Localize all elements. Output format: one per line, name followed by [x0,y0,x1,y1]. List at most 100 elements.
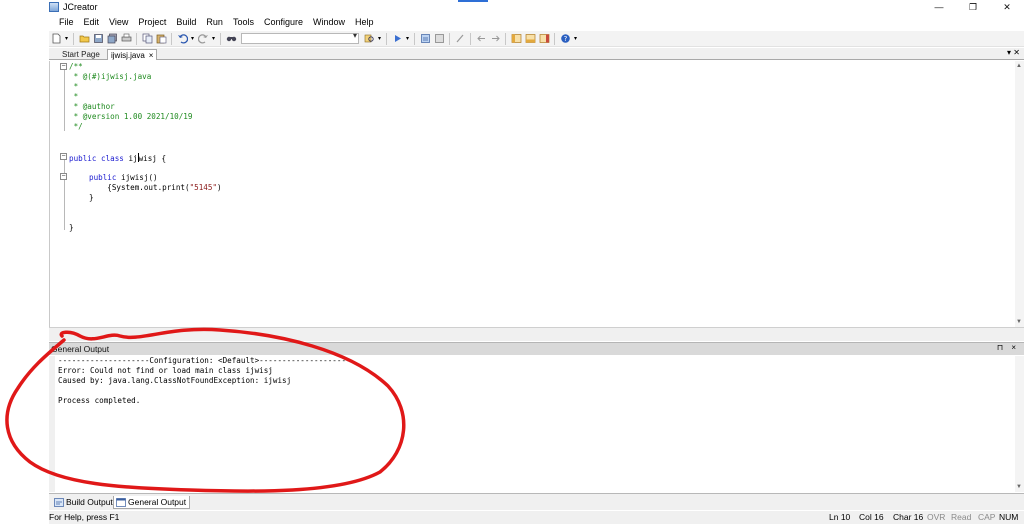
method-name: ijwisj() [116,173,158,182]
copy-icon[interactable] [141,33,153,45]
method-close: } [89,193,94,202]
run-icon[interactable] [391,33,403,45]
class-close: } [69,223,74,232]
method-body: {System.out.print("5145") [89,183,222,193]
menu-edit[interactable]: Edit [79,17,105,27]
fold-toggle-icon[interactable]: − [60,173,67,180]
paste-icon[interactable] [155,33,167,45]
code-line: */ [69,122,83,131]
editor-tab-bar: Start Page ijwisj.java × ▾ ✕ [49,48,1024,60]
menu-tools[interactable]: Tools [228,17,259,27]
status-bar: For Help, press F1 Ln 10 Col 16 Char 16 … [49,511,1024,524]
scroll-up-icon[interactable]: ▲ [1016,63,1022,69]
forward-icon[interactable] [489,33,501,45]
menu-run[interactable]: Run [201,17,228,27]
class-name-end: wisj { [138,154,167,163]
build-output-icon [54,498,64,507]
new-file-icon[interactable] [50,33,62,45]
redo-dropdown-icon[interactable]: ▾ [211,33,216,45]
close-tab-icon[interactable]: × [149,51,154,60]
panel-splitter[interactable] [49,327,1024,341]
app-icon [49,2,59,12]
help-icon[interactable]: ? [559,33,571,45]
output-panel-header: General Output ⊓ × [49,342,1024,355]
output-console[interactable]: --------------------Configuration: <Defa… [55,356,1015,492]
toolbar-separator [470,32,471,45]
close-icon[interactable]: ✕ [990,0,1024,14]
keyword: public [89,173,117,182]
output-line: --------------------Configuration: <Defa… [58,356,351,365]
menu-configure[interactable]: Configure [259,17,308,27]
status-column: Col 16 [859,512,884,522]
toolbar: ▾ ▾ ▾ ▾ ▾ ? ▾ [49,31,1024,47]
toggle-output-icon[interactable] [524,33,536,45]
toolbar-separator [171,32,172,45]
string-literal: "5145" [189,183,218,192]
open-folder-icon[interactable] [78,33,90,45]
general-output-icon [116,498,126,507]
tab-general-output[interactable]: General Output [113,496,191,509]
save-all-icon[interactable] [106,33,118,45]
redo-icon[interactable] [197,33,209,45]
compile-icon[interactable] [454,33,466,45]
status-help-text: For Help, press F1 [49,512,120,522]
class-name-start: ij [123,154,138,163]
status-line: Ln 10 [829,512,851,522]
scroll-down-icon[interactable]: ▼ [1016,484,1022,490]
menu-window[interactable]: Window [308,17,350,27]
code-line: * @version 1.00 2021/10/19 [69,112,193,121]
method-declaration: public ijwisj() [89,173,158,183]
save-icon[interactable] [92,33,104,45]
tab-ijwisj-java[interactable]: ijwisj.java × [107,49,158,60]
tab-start-page[interactable]: Start Page [59,49,103,60]
minimize-icon[interactable]: — [922,0,956,14]
title-accent [458,0,488,2]
toolbar-separator [554,32,555,45]
editor-scrollbar[interactable]: ▲ ▼ [1015,61,1024,327]
toolbar-separator [414,32,415,45]
code-editor[interactable]: − /** * @(#)ijwisj.java * * * @author * … [49,61,1015,327]
fold-guide [64,158,65,230]
svg-text:?: ? [563,35,567,43]
code-token: ) [217,183,222,192]
tab-controls[interactable]: ▾ ✕ [1007,48,1020,57]
keyword: public class [69,154,124,163]
status-num: NUM [999,512,1019,522]
status-char: Char 16 [893,512,924,522]
tab-label: General Output [128,497,187,507]
pin-close-icon[interactable]: ⊓ × [997,343,1019,352]
menu-help[interactable]: Help [350,17,379,27]
print-icon[interactable] [120,33,132,45]
output-tab-bar: Build Output General Output [49,493,1024,510]
status-read: Read [951,512,972,522]
build-project-icon[interactable] [433,33,445,45]
code-line: * [69,82,79,91]
restore-icon[interactable]: ❐ [956,0,990,14]
output-line: Caused by: java.lang.ClassNotFoundExcept… [58,376,292,385]
undo-icon[interactable] [176,33,188,45]
output-scrollbar[interactable]: ▼ [1015,356,1024,492]
run-dropdown-icon[interactable]: ▾ [405,33,410,45]
back-icon[interactable] [475,33,487,45]
menu-file[interactable]: File [49,17,79,27]
build-icon[interactable] [419,33,431,45]
scroll-down-icon[interactable]: ▼ [1016,319,1022,325]
toolbar-separator [505,32,506,45]
menu-project[interactable]: Project [133,17,171,27]
fold-toggle-icon[interactable]: − [60,153,67,160]
bookmark-icon[interactable] [538,33,550,45]
menu-bar: File Edit View Project Build Run Tools C… [49,15,379,29]
fold-guide [64,69,65,131]
menu-view[interactable]: View [104,17,133,27]
toolbar-overflow-icon[interactable]: ▾ [573,33,578,45]
search-combo[interactable] [241,31,359,44]
fold-toggle-icon[interactable]: − [60,63,67,70]
tab-build-output[interactable]: Build Output [52,496,116,509]
new-file-dropdown-icon[interactable]: ▾ [64,33,69,45]
menu-build[interactable]: Build [171,17,201,27]
workspace-icon[interactable] [510,33,522,45]
undo-dropdown-icon[interactable]: ▾ [190,33,195,45]
find-icon[interactable] [225,33,237,45]
find-dropdown-icon[interactable]: ▾ [377,33,382,45]
find-in-files-icon[interactable] [363,33,375,45]
